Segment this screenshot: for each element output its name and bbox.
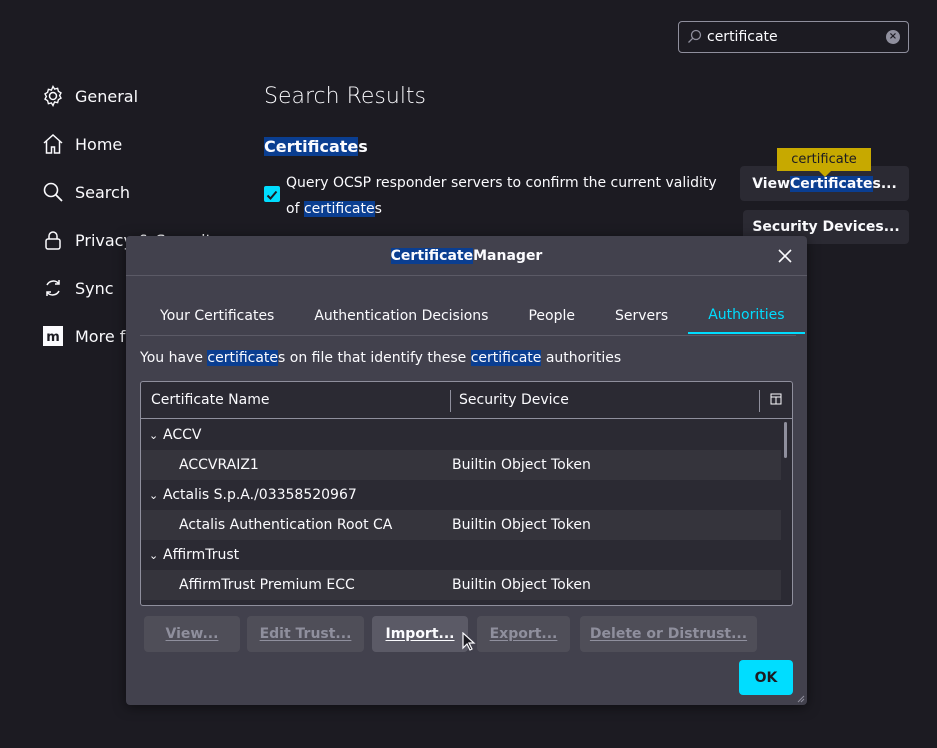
ocsp-checkbox[interactable] bbox=[264, 186, 280, 202]
import-button[interactable]: Import... bbox=[372, 616, 468, 652]
tabs-divider bbox=[140, 335, 796, 336]
chevron-down-icon[interactable]: ⌄ bbox=[149, 549, 159, 562]
certificate-name-cell: ACCVRAIZ1 bbox=[179, 457, 259, 473]
certificate-name-cell: Actalis S.p.A./03358520967 bbox=[163, 487, 357, 503]
security-device-cell: Builtin Object Token bbox=[452, 577, 591, 593]
svg-text:m: m bbox=[46, 330, 60, 345]
page-title: Search Results bbox=[264, 84, 427, 109]
certificate-name-cell: AffirmTrust bbox=[163, 547, 240, 563]
column-splitter[interactable] bbox=[450, 390, 451, 412]
export-button[interactable]: Export... bbox=[477, 616, 570, 652]
tab-authentication-decisions[interactable]: Authentication Decisions bbox=[294, 298, 508, 334]
tree-header: Certificate Name Security Device bbox=[141, 382, 792, 419]
tree-row[interactable]: Actalis Authentication Root CA Builtin Ob… bbox=[141, 510, 781, 540]
sidebar-item-general[interactable]: General bbox=[41, 81, 138, 111]
clear-icon[interactable]: × bbox=[886, 30, 900, 44]
gear-icon bbox=[41, 84, 65, 108]
tree-group-row[interactable]: ⌄ AffirmTrust bbox=[141, 540, 781, 570]
certificate-name-cell: Actalis Authentication Root CA bbox=[179, 517, 393, 533]
chevron-down-icon[interactable]: ⌄ bbox=[149, 429, 159, 442]
tree-row[interactable]: AffirmTrust Premium ECC Builtin Object To… bbox=[141, 570, 781, 600]
view-button[interactable]: View... bbox=[144, 616, 240, 652]
tab-servers[interactable]: Servers bbox=[595, 298, 688, 334]
resize-grip-icon[interactable] bbox=[795, 693, 805, 703]
sidebar-item-sync[interactable]: Sync bbox=[41, 273, 114, 303]
close-icon[interactable] bbox=[775, 246, 795, 266]
search-field[interactable]: × bbox=[678, 21, 909, 53]
sidebar-item-home[interactable]: Home bbox=[41, 129, 122, 159]
ocsp-label: Query OCSP responder servers to confirm … bbox=[286, 175, 717, 217]
certificate-name-cell: ACCV bbox=[163, 427, 202, 443]
mouse-cursor-icon bbox=[462, 632, 476, 651]
column-picker-icon[interactable] bbox=[770, 393, 782, 405]
tab-your-certificates[interactable]: Your Certificates bbox=[140, 298, 294, 334]
lock-icon bbox=[41, 228, 65, 252]
ocsp-setting: Query OCSP responder servers to confirm … bbox=[264, 170, 734, 222]
tree-group-row[interactable]: ⌄ Actalis S.p.A./03358520967 bbox=[141, 480, 781, 510]
column-certificate-name[interactable]: Certificate Name bbox=[151, 382, 269, 418]
tree-group-row[interactable]: ⌄ ACCV bbox=[141, 420, 781, 450]
dialog-title: Certificate Manager bbox=[126, 236, 807, 276]
scrollbar-thumb[interactable] bbox=[784, 422, 787, 458]
sync-icon bbox=[41, 276, 65, 300]
edit-trust-button[interactable]: Edit Trust... bbox=[247, 616, 364, 652]
home-icon bbox=[41, 132, 65, 156]
tree-row[interactable]: ACCVRAIZ1 Builtin Object Token bbox=[141, 450, 781, 480]
search-input[interactable] bbox=[707, 27, 877, 47]
tree-rows: ⌄ ACCV ACCVRAIZ1 Builtin Object Token ⌄ Actal… bbox=[141, 420, 781, 600]
sidebar-item-label: General bbox=[75, 86, 139, 106]
tab-authorities[interactable]: Authorities bbox=[688, 298, 805, 334]
tree-scrollbar[interactable] bbox=[780, 420, 792, 605]
authorities-description: You have certificates on file that ident… bbox=[140, 350, 622, 366]
column-splitter[interactable] bbox=[759, 390, 760, 412]
section-title: Certificates bbox=[264, 137, 368, 156]
search-icon bbox=[688, 29, 702, 43]
sidebar-item-label: Search bbox=[75, 182, 130, 202]
mozilla-icon: m bbox=[41, 324, 65, 348]
delete-or-distrust-button[interactable]: Delete or Distrust... bbox=[580, 616, 757, 652]
ok-button[interactable]: OK bbox=[739, 660, 793, 695]
security-device-cell: Builtin Object Token bbox=[452, 457, 591, 473]
sidebar-item-search[interactable]: Search bbox=[41, 177, 130, 207]
tab-people[interactable]: People bbox=[508, 298, 595, 334]
certificate-name-cell: AffirmTrust Premium ECC bbox=[179, 577, 355, 593]
security-device-cell: Builtin Object Token bbox=[452, 517, 591, 533]
column-security-device[interactable]: Security Device bbox=[459, 382, 569, 418]
chevron-down-icon[interactable]: ⌄ bbox=[149, 489, 159, 502]
search-tooltip: certificate bbox=[777, 148, 871, 177]
search-icon bbox=[41, 180, 65, 204]
sidebar-item-label: Home bbox=[75, 134, 123, 154]
certificate-tree[interactable]: Certificate Name Security Device ⌄ ACCV AC… bbox=[140, 381, 793, 606]
tab-bar: Your Certificates Authentication Decisio… bbox=[140, 298, 805, 336]
sidebar-item-label: Sync bbox=[75, 278, 114, 298]
